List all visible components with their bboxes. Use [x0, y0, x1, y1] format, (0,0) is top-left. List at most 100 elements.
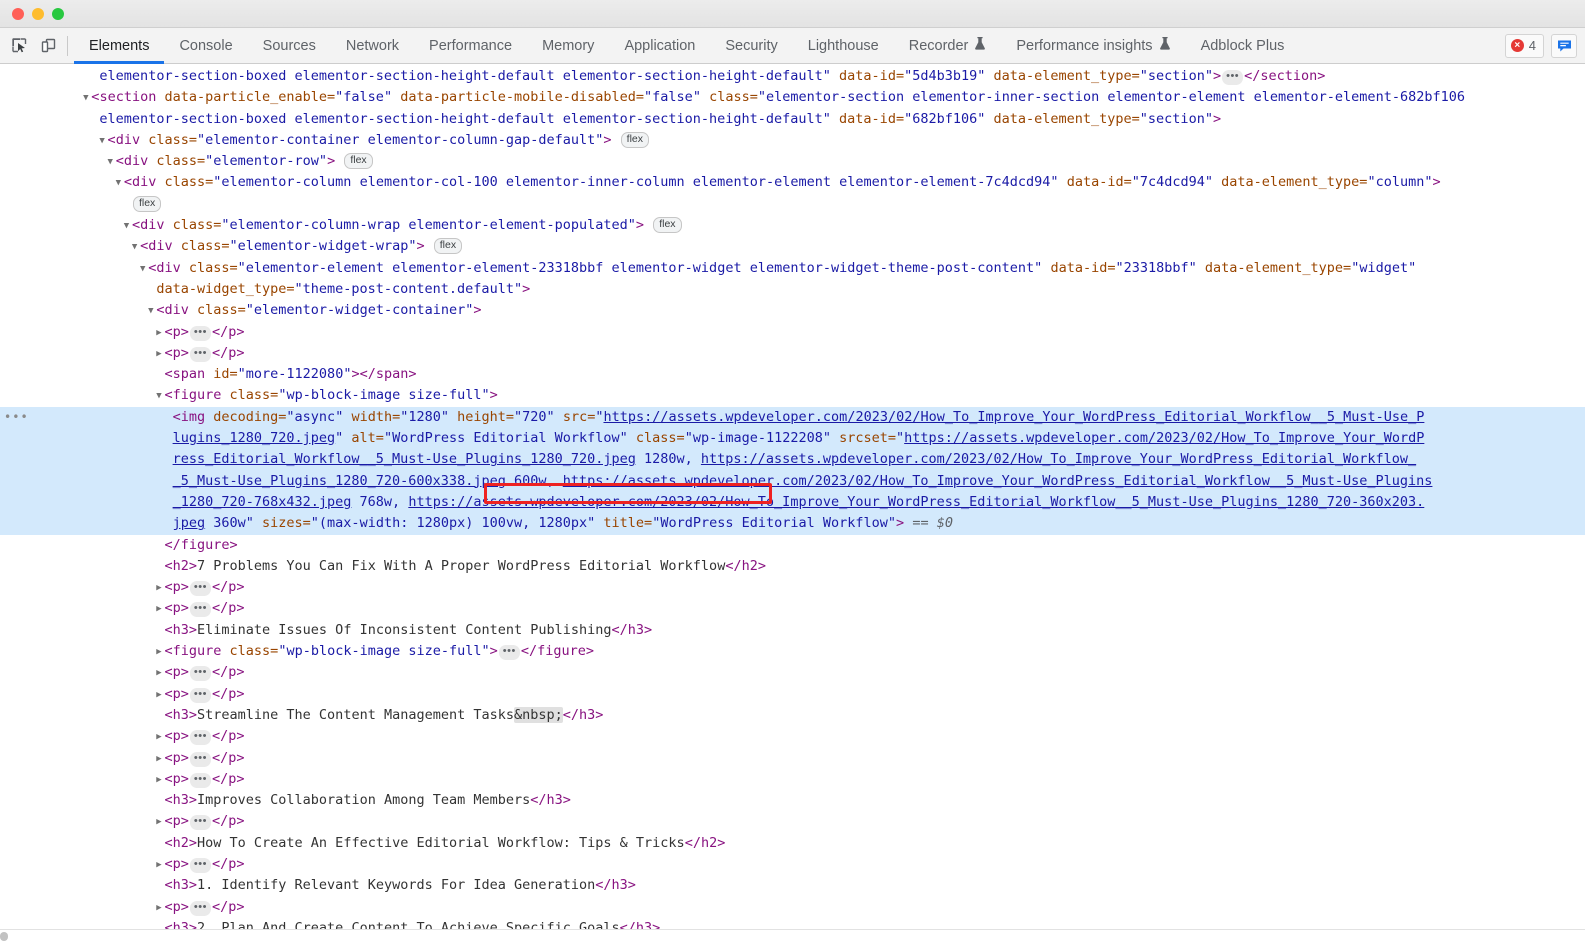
expand-triangle-icon[interactable] — [153, 344, 164, 365]
dom-tree-row[interactable]: _5_Must-Use_Plugins_1280_720-600x338.jpe… — [0, 471, 1585, 492]
expand-triangle-icon[interactable] — [153, 663, 164, 684]
collapse-triangle-icon[interactable] — [113, 173, 124, 194]
tab-recorder[interactable]: Recorder — [894, 28, 1002, 63]
collapse-triangle-icon[interactable] — [129, 237, 140, 258]
expand-ellipsis-badge[interactable]: ••• — [190, 730, 211, 745]
collapse-triangle-icon[interactable] — [105, 152, 116, 173]
dom-tree-row[interactable]: <div class="elementor-widget-container"> — [0, 300, 1585, 321]
dom-tree-row[interactable]: <div class="elementor-row"> flex — [0, 151, 1585, 172]
dom-tree-row[interactable]: _1280_720-768x432.jpeg 768w, https://ass… — [0, 492, 1585, 513]
dom-tree-row[interactable]: <p>•••</p> — [0, 684, 1585, 705]
expand-triangle-icon[interactable] — [153, 812, 164, 833]
selected-node-highlight[interactable]: •••<img decoding="async" width="1280" he… — [0, 407, 1585, 535]
device-toolbar-icon[interactable] — [37, 35, 59, 57]
tab-console[interactable]: Console — [164, 28, 247, 63]
dom-tree-row[interactable]: jpeg 360w" sizes="(max-width: 1280px) 10… — [0, 513, 1585, 534]
expand-ellipsis-badge[interactable]: ••• — [1222, 70, 1243, 85]
dom-tree-row[interactable]: <p>•••</p> — [0, 662, 1585, 683]
expand-ellipsis-badge[interactable]: ••• — [190, 347, 211, 362]
maximize-window-button[interactable] — [52, 8, 64, 20]
expand-triangle-icon[interactable] — [153, 323, 164, 344]
dom-tree-row[interactable]: <p>•••</p> — [0, 748, 1585, 769]
dom-tree-row[interactable]: lugins_1280_720.jpeg" alt="WordPress Edi… — [0, 428, 1585, 449]
dom-tree-row[interactable]: <h3>1. Identify Relevant Keywords For Id… — [0, 875, 1585, 896]
tab-performance-insights[interactable]: Performance insights — [1001, 28, 1185, 63]
collapse-triangle-icon[interactable] — [153, 386, 164, 407]
dom-tree-row[interactable]: <h3>Improves Collaboration Among Team Me… — [0, 790, 1585, 811]
dom-tree-row[interactable]: <p>•••</p> — [0, 322, 1585, 343]
attribute-url-link[interactable]: _5_Must-Use_Plugins_1280_720-600x338.jpe… — [173, 473, 506, 489]
attribute-url-link[interactable]: https://assets.wpdeveloper.com/2023/02/H… — [701, 451, 1416, 467]
expand-triangle-icon[interactable] — [153, 727, 164, 748]
flex-badge[interactable]: flex — [621, 132, 649, 148]
horizontal-scrollbar[interactable] — [0, 929, 1585, 942]
collapse-triangle-icon[interactable] — [97, 131, 108, 152]
attribute-url-link[interactable]: https://assets.wpdeveloper.com/2023/02/H… — [408, 494, 1424, 510]
tab-memory[interactable]: Memory — [527, 28, 609, 63]
dom-tree-row[interactable]: <h2>7 Problems You Can Fix With A Proper… — [0, 556, 1585, 577]
dom-tree-row[interactable]: <span id="more-1122080"></span> — [0, 364, 1585, 385]
dom-tree-row[interactable]: <h2>How To Create An Effective Editorial… — [0, 833, 1585, 854]
expand-ellipsis-badge[interactable]: ••• — [190, 688, 211, 703]
flex-badge[interactable]: flex — [344, 153, 372, 169]
expand-ellipsis-badge[interactable]: ••• — [190, 326, 211, 341]
expand-triangle-icon[interactable] — [153, 749, 164, 770]
attribute-url-link[interactable]: https://assets.wpdeveloper.com/2023/02/H… — [904, 430, 1424, 446]
attribute-url-link[interactable]: jpeg — [173, 515, 206, 531]
collapse-triangle-icon[interactable] — [121, 216, 132, 237]
expand-ellipsis-badge[interactable]: ••• — [190, 602, 211, 617]
elements-dom-tree[interactable]: elementor-section-boxed elementor-sectio… — [0, 64, 1585, 942]
dom-tree-row[interactable]: <p>•••</p> — [0, 769, 1585, 790]
expand-ellipsis-badge[interactable]: ••• — [190, 752, 211, 767]
expand-ellipsis-badge[interactable]: ••• — [190, 581, 211, 596]
expand-triangle-icon[interactable] — [153, 770, 164, 791]
dom-tree-row[interactable]: <p>•••</p> — [0, 577, 1585, 598]
tab-performance[interactable]: Performance — [414, 28, 527, 63]
expand-triangle-icon[interactable] — [153, 578, 164, 599]
dom-tree-row[interactable]: <div class="elementor-element elementor-… — [0, 258, 1585, 279]
dom-tree-row[interactable]: flex — [0, 194, 1585, 215]
collapse-triangle-icon[interactable] — [137, 259, 148, 280]
expand-ellipsis-badge[interactable]: ••• — [499, 645, 520, 660]
flex-badge[interactable]: flex — [434, 238, 462, 254]
dom-tree-row[interactable]: <img decoding="async" width="1280" heigh… — [0, 407, 1585, 428]
inspect-element-icon[interactable] — [8, 35, 30, 57]
dom-tree-row[interactable]: <section data-particle_enable="false" da… — [0, 87, 1585, 108]
attribute-url-link[interactable]: lugins_1280_720.jpeg — [173, 430, 336, 446]
tab-lighthouse[interactable]: Lighthouse — [793, 28, 894, 63]
tab-network[interactable]: Network — [331, 28, 414, 63]
dom-tree-row[interactable]: <figure class="wp-block-image size-full"… — [0, 385, 1585, 406]
expand-triangle-icon[interactable] — [153, 599, 164, 620]
expand-ellipsis-badge[interactable]: ••• — [190, 815, 211, 830]
expand-triangle-icon[interactable] — [153, 685, 164, 706]
collapse-triangle-icon[interactable] — [145, 301, 156, 322]
dom-tree-row[interactable]: <h3>Streamline The Content Management Ta… — [0, 705, 1585, 726]
expand-ellipsis-badge[interactable]: ••• — [190, 858, 211, 873]
tab-sources[interactable]: Sources — [248, 28, 331, 63]
collapse-triangle-icon[interactable] — [80, 88, 91, 109]
dom-tree-row[interactable]: elementor-section-boxed elementor-sectio… — [0, 109, 1585, 130]
attribute-url-link[interactable]: ress_Editorial_Workflow__5_Must-Use_Plug… — [173, 451, 636, 467]
dom-tree-row[interactable]: <div class="elementor-container elemento… — [0, 130, 1585, 151]
flex-badge[interactable]: flex — [133, 196, 161, 212]
flex-badge[interactable]: flex — [653, 217, 681, 233]
attribute-url-link[interactable]: _1280_720-768x432.jpeg — [173, 494, 352, 510]
expand-ellipsis-badge[interactable]: ••• — [190, 666, 211, 681]
dom-tree-row[interactable]: <p>•••</p> — [0, 726, 1585, 747]
dom-tree-row[interactable]: <p>•••</p> — [0, 598, 1585, 619]
error-count-badge[interactable]: × 4 — [1505, 34, 1544, 58]
attribute-url-link[interactable]: https://assets.wpdeveloper.com/2023/02/H… — [563, 473, 1433, 489]
dom-tree-row[interactable]: <div class="elementor-column-wrap elemen… — [0, 215, 1585, 236]
dom-tree-row[interactable]: <p>•••</p> — [0, 343, 1585, 364]
expand-ellipsis-badge[interactable]: ••• — [190, 773, 211, 788]
attribute-url-link[interactable]: https://assets.wpdeveloper.com/2023/02/H… — [603, 409, 1424, 425]
tab-adblock-plus[interactable]: Adblock Plus — [1186, 28, 1300, 63]
dom-tree-row[interactable]: <h3>Eliminate Issues Of Inconsistent Con… — [0, 620, 1585, 641]
dom-tree-row[interactable]: <p>•••</p> — [0, 854, 1585, 875]
dom-tree-row[interactable]: </figure> — [0, 535, 1585, 556]
messages-icon[interactable] — [1551, 34, 1577, 58]
dom-tree-row[interactable]: <div class="elementor-widget-wrap"> flex — [0, 236, 1585, 257]
dom-tree-row[interactable]: <div class="elementor-column elementor-c… — [0, 172, 1585, 193]
expand-triangle-icon[interactable] — [153, 898, 164, 919]
tab-security[interactable]: Security — [710, 28, 792, 63]
